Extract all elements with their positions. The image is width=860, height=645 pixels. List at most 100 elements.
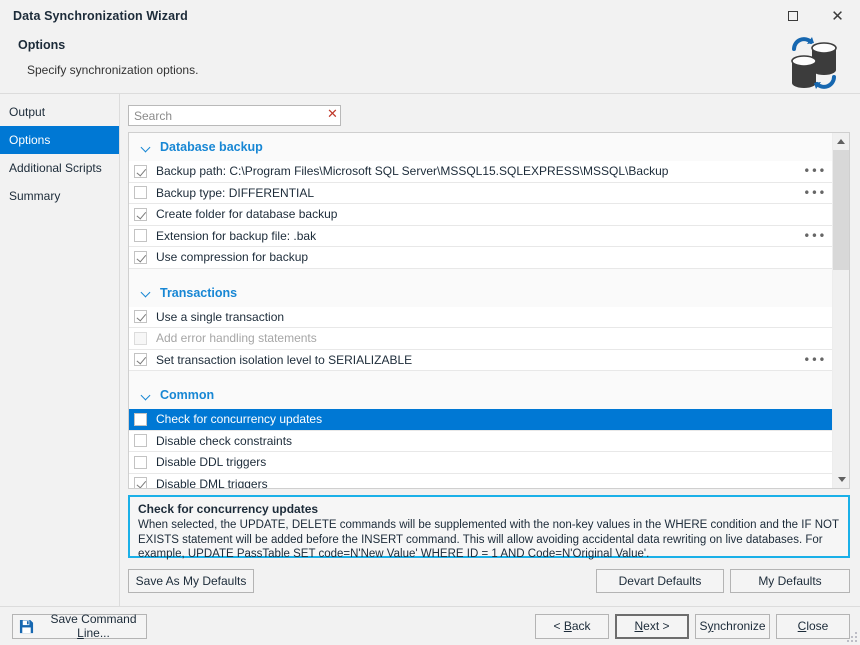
option-row-create-folder-for-database-backup[interactable]: Create folder for database backup [129, 204, 832, 226]
option-row-extension-for-backup-file-bak[interactable]: Extension for backup file: .bak ••• [129, 225, 832, 247]
group-spacer [129, 371, 832, 381]
checkbox-backup-type-differential[interactable] [134, 186, 147, 200]
option-row-disable-dml-triggers[interactable]: Disable DML triggers [129, 473, 832, 488]
option-row-disable-ddl-triggers[interactable]: Disable DDL triggers [129, 452, 832, 474]
options-panel: ✕ Database backup Backup path: C:\Program… [120, 94, 860, 606]
search-input[interactable] [128, 105, 341, 126]
database-sync-logo [791, 37, 837, 89]
option-row-use-compression-for-backup[interactable]: Use compression for backup [129, 247, 832, 269]
group-header-transactions[interactable]: Transactions [129, 278, 832, 307]
synchronize-button[interactable]: Synchronize [695, 613, 770, 639]
checkbox-use-a-single-transaction[interactable] [134, 310, 147, 324]
option-row-use-a-single-transaction[interactable]: Use a single transaction [129, 306, 832, 328]
options-list[interactable]: Database backup Backup path: C:\Program F… [129, 133, 832, 488]
checkbox-use-compression-for-backup[interactable] [134, 250, 147, 264]
sidebar-item-options[interactable]: Options [0, 126, 119, 154]
sidebar-item-additional-scripts[interactable]: Additional Scripts [0, 154, 119, 182]
sidebar-item-label: Summary [9, 189, 61, 203]
maximize-icon [787, 11, 798, 21]
option-label: Backup type: DIFFERENTIAL [156, 185, 315, 200]
sidebar-item-label: Additional Scripts [9, 161, 102, 175]
group-title: Common [160, 388, 215, 402]
window-title: Data Synchronization Wizard [13, 9, 188, 23]
option-label: Extension for backup file: .bak [156, 228, 317, 243]
checkbox-disable-ddl-triggers[interactable] [134, 455, 147, 469]
option-label: Set transaction isolation level to SERIA… [156, 352, 413, 367]
sidebar-item-label: Options [9, 133, 51, 147]
back-button[interactable]: < Back [535, 613, 609, 639]
resize-grip[interactable] [845, 630, 857, 642]
option-row-add-error-handling-statements[interactable]: Add error handling statements [129, 328, 832, 350]
checkbox-backup-path-c-program-files-microsoft-sql-se[interactable] [134, 164, 147, 178]
defaults-button-bar: Save As My Defaults Devart Defaults My D… [128, 558, 850, 596]
group-title: Transactions [160, 285, 238, 300]
option-row-backup-type-differential[interactable]: Backup type: DIFFERENTIAL ••• [129, 182, 832, 204]
close-button[interactable]: Close [776, 613, 850, 639]
sidebar-item-summary[interactable]: Summary [0, 182, 119, 210]
checkbox-extension-for-backup-file-bak[interactable] [134, 229, 147, 243]
scroll-down-button[interactable] [833, 471, 849, 488]
checkbox-set-transaction-isolation-level-to-serializa[interactable] [134, 353, 147, 367]
chevron-down-icon [141, 287, 152, 298]
scrollbar-thumb[interactable] [833, 150, 849, 270]
title-bar: Data Synchronization Wizard ✕ [0, 0, 860, 32]
my-defaults-button[interactable]: My Defaults [730, 569, 850, 593]
group-header-database-backup[interactable]: Database backup [129, 133, 832, 161]
next-button[interactable]: Next > [615, 613, 689, 639]
option-label: Disable check constraints [156, 433, 293, 448]
ellipsis-button[interactable]: ••• [803, 230, 826, 242]
description-text: When selected, the UPDATE, DELETE comman… [138, 519, 839, 561]
devart-defaults-button[interactable]: Devart Defaults [596, 569, 724, 593]
checkbox-disable-check-constraints[interactable] [134, 434, 147, 448]
option-label: Use a single transaction [156, 309, 285, 324]
chevron-down-icon [141, 390, 152, 401]
page-title: Options [18, 38, 66, 52]
description-title: Check for concurrency updates [138, 502, 319, 516]
group-header-common[interactable]: Common [129, 381, 832, 409]
wizard-step-sidebar: Output Options Additional Scripts Summar… [0, 94, 120, 606]
page-subtitle: Specify synchronization options. [27, 63, 199, 77]
option-label: Disable DML triggers [156, 476, 268, 488]
options-scrollbar[interactable] [832, 133, 849, 488]
close-window-button[interactable]: ✕ [815, 0, 860, 32]
data-synchronization-wizard-window: Data Synchronization Wizard ✕ Options Sp… [0, 0, 860, 645]
save-command-line-label: Save Command Line... [50, 612, 137, 640]
options-list-container: Database backup Backup path: C:\Program F… [128, 132, 850, 489]
chevron-down-icon [837, 477, 846, 482]
window-controls: ✕ [770, 0, 860, 32]
chevron-up-icon [837, 139, 845, 144]
option-description-panel: Check for concurrency updates When selec… [128, 495, 850, 560]
ellipsis-button[interactable]: ••• [803, 354, 826, 366]
clear-x-icon[interactable]: ✕ [327, 108, 338, 121]
close-label: Close [797, 619, 829, 633]
option-label: Disable DDL triggers [156, 455, 267, 470]
checkbox-create-folder-for-database-backup[interactable] [134, 207, 147, 221]
search-area: ✕ [128, 105, 850, 126]
option-label: Check for concurrency updates [156, 412, 323, 427]
back-label: < Back [553, 619, 591, 633]
chevron-down-icon [141, 142, 152, 153]
save-as-my-defaults-button[interactable]: Save As My Defaults [128, 569, 254, 593]
ellipsis-button[interactable]: ••• [803, 187, 826, 199]
checkbox-add-error-handling-statements [134, 331, 147, 345]
option-row-check-for-concurrency-updates[interactable]: Check for concurrency updates [129, 409, 832, 431]
scroll-up-button[interactable] [833, 133, 849, 150]
page-header: Options Specify synchronization options. [0, 32, 860, 94]
option-label: Add error handling statements [156, 331, 317, 346]
checkbox-disable-dml-triggers[interactable] [134, 477, 147, 488]
option-row-backup-path-c-program-files-microsoft-sql-se[interactable]: Backup path: C:\Program Files\Microsoft … [129, 161, 832, 183]
group-spacer [129, 268, 832, 279]
checkbox-check-for-concurrency-updates[interactable] [134, 412, 147, 426]
save-command-line-button[interactable]: Save Command Line... [12, 612, 147, 640]
option-row-disable-check-constraints[interactable]: Disable check constraints [129, 430, 832, 452]
floppy-save-icon [19, 619, 34, 633]
synchronize-label: Synchronize [699, 619, 766, 633]
ellipsis-button[interactable]: ••• [803, 165, 826, 177]
next-label: Next > [634, 619, 670, 633]
option-row-set-transaction-isolation-level-to-serializa[interactable]: Set transaction isolation level to SERIA… [129, 349, 832, 371]
maximize-button[interactable] [770, 0, 815, 32]
close-icon: ✕ [831, 6, 844, 25]
wizard-footer: Save Command Line... < Back Next > Synch… [0, 606, 860, 645]
sidebar-item-output[interactable]: Output [0, 98, 119, 126]
group-title: Database backup [160, 140, 263, 154]
